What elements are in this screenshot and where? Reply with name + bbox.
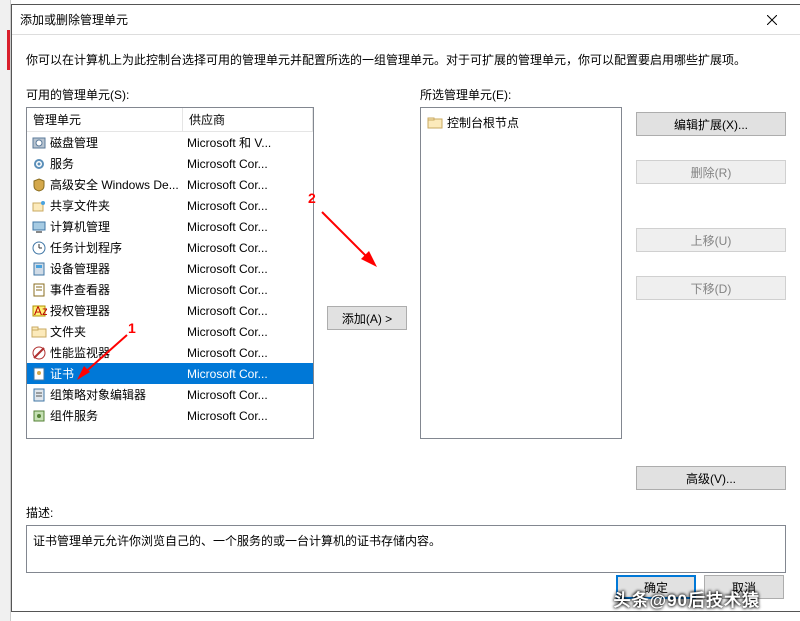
cert-icon [31, 366, 47, 382]
window-title: 添加或删除管理单元 [20, 11, 752, 28]
snapin-name: 磁盘管理 [50, 134, 98, 151]
snapin-row[interactable]: 证书 Microsoft Cor... [27, 363, 313, 384]
device-icon [31, 261, 47, 277]
snapin-vendor: Microsoft Cor... [183, 157, 313, 171]
snapin-name: 任务计划程序 [50, 239, 122, 256]
share-icon [31, 198, 47, 214]
disk-icon [31, 135, 47, 151]
comp-icon [31, 408, 47, 424]
snapin-row[interactable]: 磁盘管理 Microsoft 和 V... [27, 132, 313, 153]
selected-label: 所选管理单元(E): [420, 86, 622, 103]
snapin-vendor: Microsoft Cor... [183, 199, 313, 213]
snapin-name: 文件夹 [50, 323, 86, 340]
snapin-name: 证书 [50, 365, 74, 382]
console-root-label: 控制台根节点 [447, 114, 519, 131]
snapin-row[interactable]: 共享文件夹 Microsoft Cor... [27, 195, 313, 216]
perf-icon [31, 345, 47, 361]
snapin-vendor: Microsoft Cor... [183, 367, 313, 381]
clock-icon [31, 240, 47, 256]
advanced-button[interactable]: 高级(V)... [636, 466, 786, 490]
move-up-button[interactable]: 上移(U) [636, 228, 786, 252]
snapin-name: 计算机管理 [50, 218, 110, 235]
description-label: 描述: [26, 504, 786, 521]
add-button[interactable]: 添加(A) > [327, 306, 407, 330]
snapin-vendor: Microsoft Cor... [183, 283, 313, 297]
console-root-item[interactable]: 控制台根节点 [425, 112, 617, 133]
folder-icon [31, 324, 47, 340]
move-down-button[interactable]: 下移(D) [636, 276, 786, 300]
remove-button[interactable]: 删除(R) [636, 160, 786, 184]
snapin-vendor: Microsoft Cor... [183, 262, 313, 276]
snapin-name: 共享文件夹 [50, 197, 110, 214]
close-icon [767, 15, 777, 25]
snapin-vendor: Microsoft Cor... [183, 304, 313, 318]
snapin-row[interactable]: 任务计划程序 Microsoft Cor... [27, 237, 313, 258]
svg-text:Az: Az [34, 304, 47, 318]
snapin-vendor: Microsoft Cor... [183, 325, 313, 339]
snapin-name: 组策略对象编辑器 [50, 386, 146, 403]
event-icon [31, 282, 47, 298]
snapin-row[interactable]: 组策略对象编辑器 Microsoft Cor... [27, 384, 313, 405]
dialog-description: 你可以在计算机上为此控制台选择可用的管理单元并配置所选的一组管理单元。对于可扩展… [26, 51, 786, 68]
snapin-row[interactable]: 组件服务 Microsoft Cor... [27, 405, 313, 426]
snapin-row[interactable]: Az授权管理器 Microsoft Cor... [27, 300, 313, 321]
gpo-icon [31, 387, 47, 403]
available-snapins-list[interactable]: 管理单元 供应商 磁盘管理 Microsoft 和 V... 服务 Microsoft… [26, 107, 314, 439]
snapin-name: 组件服务 [50, 407, 98, 424]
header-vendor[interactable]: 供应商 [183, 108, 313, 131]
titlebar: 添加或删除管理单元 [12, 5, 800, 35]
folder-icon [427, 115, 443, 131]
cancel-button[interactable]: 取消 [704, 575, 784, 599]
list-header: 管理单元 供应商 [27, 108, 313, 132]
close-button[interactable] [752, 6, 792, 34]
edit-extensions-button[interactable]: 编辑扩展(X)... [636, 112, 786, 136]
snapin-row[interactable]: 高级安全 Windows De... Microsoft Cor... [27, 174, 313, 195]
snapin-row[interactable]: 文件夹 Microsoft Cor... [27, 321, 313, 342]
snapin-row[interactable]: 事件查看器 Microsoft Cor... [27, 279, 313, 300]
auth-icon: Az [31, 303, 47, 319]
snapin-vendor: Microsoft 和 V... [183, 134, 313, 151]
snapin-name: 设备管理器 [50, 260, 110, 277]
snapin-name: 服务 [50, 155, 74, 172]
snapin-row[interactable]: 设备管理器 Microsoft Cor... [27, 258, 313, 279]
computer-icon [31, 219, 47, 235]
dialog-window: 添加或删除管理单元 你可以在计算机上为此控制台选择可用的管理单元并配置所选的一组… [11, 4, 800, 612]
snapin-row[interactable]: 计算机管理 Microsoft Cor... [27, 216, 313, 237]
snapin-vendor: Microsoft Cor... [183, 346, 313, 360]
snapin-row[interactable]: 服务 Microsoft Cor... [27, 153, 313, 174]
description-box: 证书管理单元允许你浏览自己的、一个服务的或一台计算机的证书存储内容。 [26, 525, 786, 573]
snapin-name: 授权管理器 [50, 302, 110, 319]
ok-button[interactable]: 确定 [616, 575, 696, 599]
shield-icon [31, 177, 47, 193]
snapin-row[interactable]: 性能监视器 Microsoft Cor... [27, 342, 313, 363]
snapin-name: 性能监视器 [50, 344, 110, 361]
snapin-name: 高级安全 Windows De... [50, 176, 179, 193]
snapin-vendor: Microsoft Cor... [183, 409, 313, 423]
snapin-vendor: Microsoft Cor... [183, 388, 313, 402]
snapin-vendor: Microsoft Cor... [183, 241, 313, 255]
snapin-vendor: Microsoft Cor... [183, 220, 313, 234]
header-name[interactable]: 管理单元 [27, 108, 183, 131]
available-label: 可用的管理单元(S): [26, 86, 314, 103]
snapin-vendor: Microsoft Cor... [183, 178, 313, 192]
selected-snapins-list[interactable]: 控制台根节点 [420, 107, 622, 439]
snapin-name: 事件查看器 [50, 281, 110, 298]
gear-icon [31, 156, 47, 172]
